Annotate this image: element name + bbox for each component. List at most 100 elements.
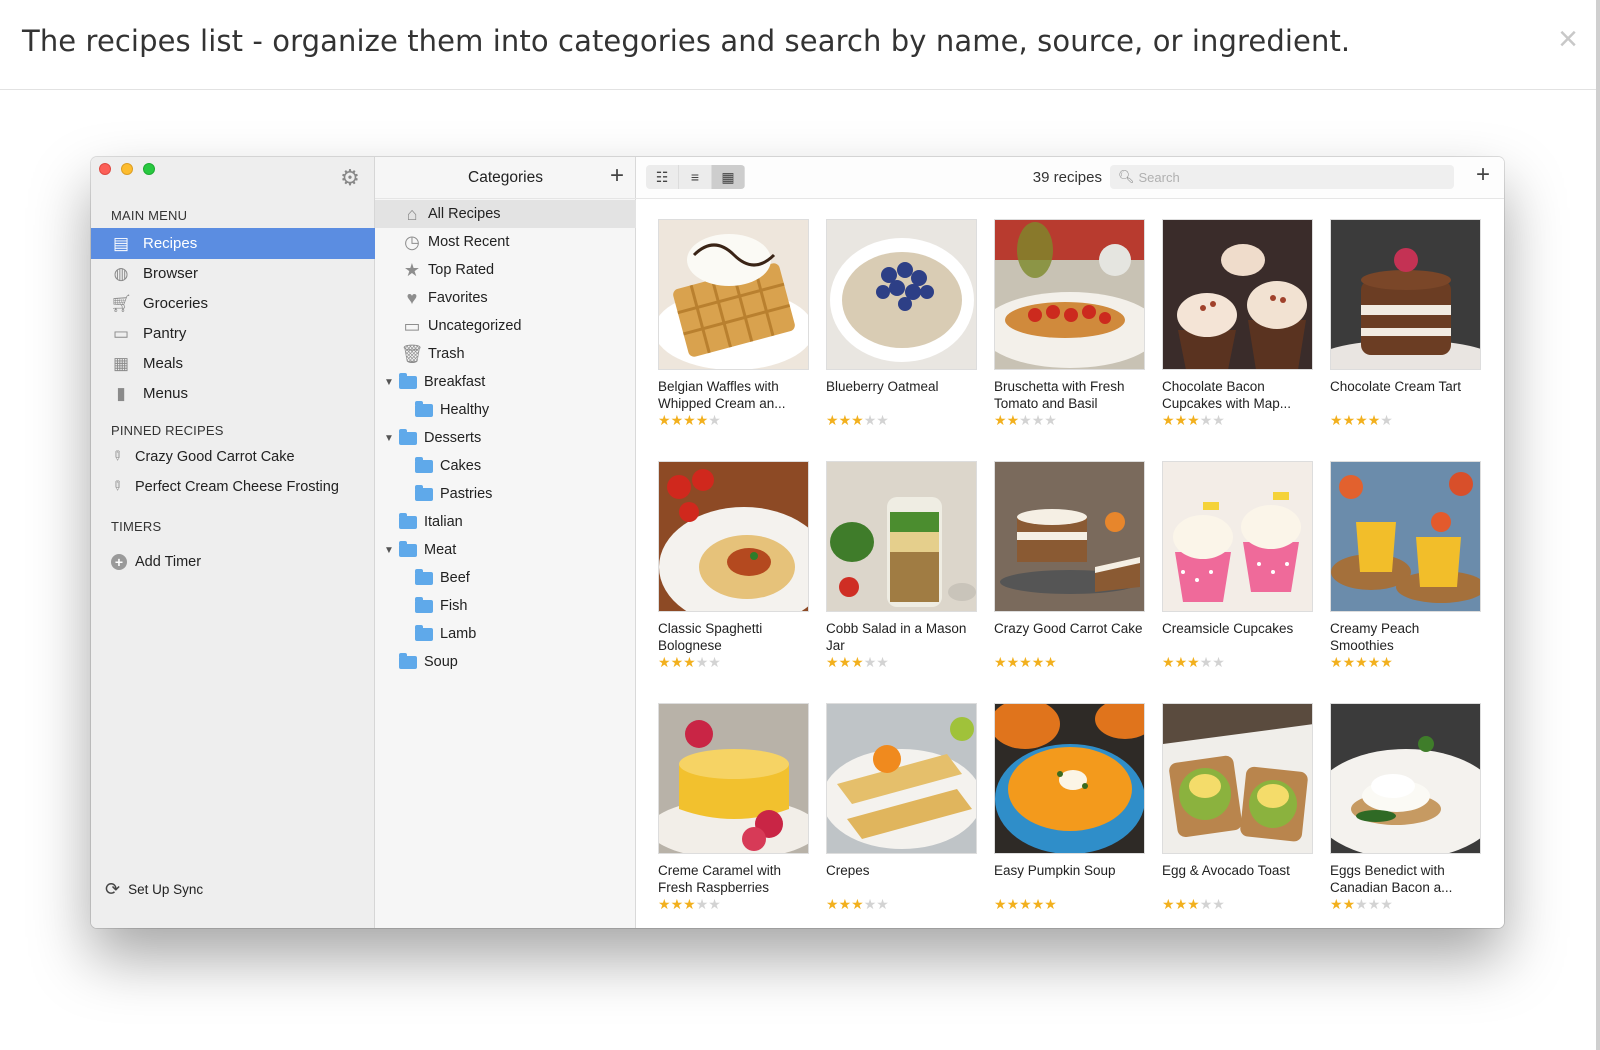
pinned-recipe[interactable]: ✎ Crazy Good Carrot Cake <box>108 445 294 469</box>
category-beef[interactable]: Beef <box>375 564 636 592</box>
disclosure-triangle-icon[interactable]: ▼ <box>384 377 398 388</box>
star-icon: ★ <box>1212 412 1225 428</box>
set-up-sync-button[interactable]: ⟳ Set Up Sync <box>105 879 203 900</box>
close-window-button[interactable] <box>99 163 111 175</box>
category-healthy[interactable]: Healthy <box>375 396 636 424</box>
list-icon: ≡ <box>690 169 700 185</box>
category-favorites[interactable]: ♥ Favorites <box>375 284 636 312</box>
recipe-card[interactable]: Creme Caramel with Fresh Raspberries ★★★★… <box>658 703 809 928</box>
category-label: All Recipes <box>428 206 501 222</box>
star-icon: ★ <box>994 412 1007 428</box>
star-icon: ★ <box>1174 654 1188 670</box>
category-label: Italian <box>424 514 463 530</box>
sidebar-item-meals[interactable]: ▦ Meals <box>91 348 375 379</box>
star-icon: ★ <box>826 412 839 428</box>
sidebar-item-pantry[interactable]: ▭ Pantry <box>91 318 375 349</box>
zoom-window-button[interactable] <box>143 163 155 175</box>
recipe-title: Chocolate Cream Tart <box>1330 379 1462 394</box>
folder-shape <box>399 512 417 529</box>
search-input[interactable] <box>1138 169 1439 185</box>
folder-icon <box>414 624 434 643</box>
category-soup[interactable]: Soup <box>375 648 636 676</box>
recipe-photo <box>826 219 977 370</box>
recipe-card[interactable]: Easy Pumpkin Soup ★★★★★ <box>994 703 1145 928</box>
categories-title: Categories <box>468 169 543 186</box>
recipe-card[interactable]: Creamsicle Cupcakes ★★★★★ <box>1162 461 1313 703</box>
folder-icon <box>398 428 418 447</box>
home-icon: ⌂ <box>402 204 422 224</box>
recipe-card[interactable]: Crazy Good Carrot Cake ★★★★★ <box>994 461 1145 703</box>
recipe-card[interactable]: Crepes ★★★★★ <box>826 703 977 928</box>
pinned-recipe[interactable]: ✎ Perfect Cream Cheese Frosting <box>108 475 339 499</box>
recipe-title: Classic Spaghetti Bolognese <box>658 621 763 653</box>
gear-icon[interactable]: ⚙ <box>339 167 361 189</box>
recipe-title: Creme Caramel with Fresh Raspberries <box>658 863 782 895</box>
recipe-card[interactable]: Blueberry Oatmeal ★★★★★ <box>826 219 977 461</box>
recipe-card[interactable]: Chocolate Bacon Cupcakes with Map... ★★★★… <box>1162 219 1313 461</box>
recipe-card[interactable]: Cobb Salad in a Mason Jar ★★★★★ <box>826 461 977 703</box>
sidebar-item-groceries[interactable]: 🛒︎ Groceries <box>91 288 375 319</box>
star-icon: ★ <box>695 896 709 912</box>
star-icon: ★ <box>670 654 684 670</box>
recipe-card[interactable]: Belgian Waffles with Whipped Cream an...… <box>658 219 809 461</box>
star-icon: ★ <box>1174 412 1188 428</box>
detail-list-view-button[interactable]: ☷ <box>646 165 679 189</box>
close-icon[interactable]: × <box>1558 22 1578 56</box>
search-field[interactable]: 🔍︎ <box>1110 165 1454 189</box>
page-edge <box>1596 0 1600 1050</box>
category-all-recipes[interactable]: ⌂ All Recipes <box>375 200 636 228</box>
recipe-photo <box>658 219 809 370</box>
star-icon: ★ <box>708 654 721 670</box>
star-icon: ★ <box>1019 896 1032 912</box>
sidebar-item-recipes[interactable]: ▤ Recipes <box>91 228 375 259</box>
sidebar-item-browser[interactable]: ◍ Browser <box>91 258 375 289</box>
recipe-photo <box>826 461 977 612</box>
category-label: Fish <box>440 598 468 614</box>
star-icon: ★ <box>402 260 422 280</box>
category-meat[interactable]: ▼ Meat <box>375 536 636 564</box>
category-cakes[interactable]: Cakes <box>375 452 636 480</box>
category-label: Breakfast <box>424 374 486 390</box>
star-icon: ★ <box>1199 896 1213 912</box>
recipe-title: Blueberry Oatmeal <box>826 379 939 394</box>
add-category-button[interactable]: + <box>610 164 624 188</box>
recipe-title: Egg & Avocado Toast <box>1162 863 1290 878</box>
recipe-card[interactable]: Creamy Peach Smoothies ★★★★★ <box>1330 461 1481 703</box>
category-italian[interactable]: Italian <box>375 508 636 536</box>
star-icon: ★ <box>658 412 671 428</box>
star-icon: ★ <box>1342 412 1356 428</box>
add-timer-button[interactable]: + Add Timer <box>111 551 201 573</box>
recipe-title: Eggs Benedict with Canadian Bacon a... <box>1330 863 1453 895</box>
category-uncategorized[interactable]: ▭ Uncategorized <box>375 312 636 340</box>
recipe-card[interactable]: Eggs Benedict with Canadian Bacon a... ★★… <box>1330 703 1481 928</box>
recipe-title: Creamsicle Cupcakes <box>1162 621 1294 636</box>
sync-icon: ⟳ <box>105 879 121 899</box>
recipe-card[interactable]: Classic Spaghetti Bolognese ★★★★★ <box>658 461 809 703</box>
recipe-photo <box>1330 461 1481 612</box>
sidebar-item-menus[interactable]: ▮ Menus <box>91 378 375 409</box>
minimize-window-button[interactable] <box>121 163 133 175</box>
recipe-title: Chocolate Bacon Cupcakes with Map... <box>1162 379 1292 411</box>
grid-view-button[interactable]: ▦ <box>712 165 745 189</box>
disclosure-triangle-icon[interactable]: ▼ <box>384 545 398 556</box>
recipe-rating: ★★★★★ <box>1330 896 1481 913</box>
disclosure-triangle-icon[interactable]: ▼ <box>384 433 398 444</box>
list-view-button[interactable]: ≡ <box>679 165 712 189</box>
star-icon: ★ <box>670 412 684 428</box>
recipe-card[interactable]: Chocolate Cream Tart ★★★★★ <box>1330 219 1481 461</box>
category-breakfast[interactable]: ▼ Breakfast <box>375 368 636 396</box>
recipe-card[interactable]: Bruschetta with Fresh Tomato and Basil ★★… <box>994 219 1145 461</box>
category-label: Pastries <box>440 486 493 502</box>
category-fish[interactable]: Fish <box>375 592 636 620</box>
folder-shape <box>415 596 433 613</box>
add-recipe-button[interactable]: + <box>1476 163 1490 187</box>
pinned-recipe-label: Perfect Cream Cheese Frosting <box>135 479 339 495</box>
category-top-rated[interactable]: ★ Top Rated <box>375 256 636 284</box>
star-icon: ★ <box>1199 412 1213 428</box>
category-desserts[interactable]: ▼ Desserts <box>375 424 636 452</box>
category-most-recent[interactable]: ◷ Most Recent <box>375 228 636 256</box>
category-lamb[interactable]: Lamb <box>375 620 636 648</box>
category-pastries[interactable]: Pastries <box>375 480 636 508</box>
category-trash[interactable]: 🗑︎ Trash <box>375 340 636 368</box>
recipe-card[interactable]: Egg & Avocado Toast ★★★★★ <box>1162 703 1313 928</box>
